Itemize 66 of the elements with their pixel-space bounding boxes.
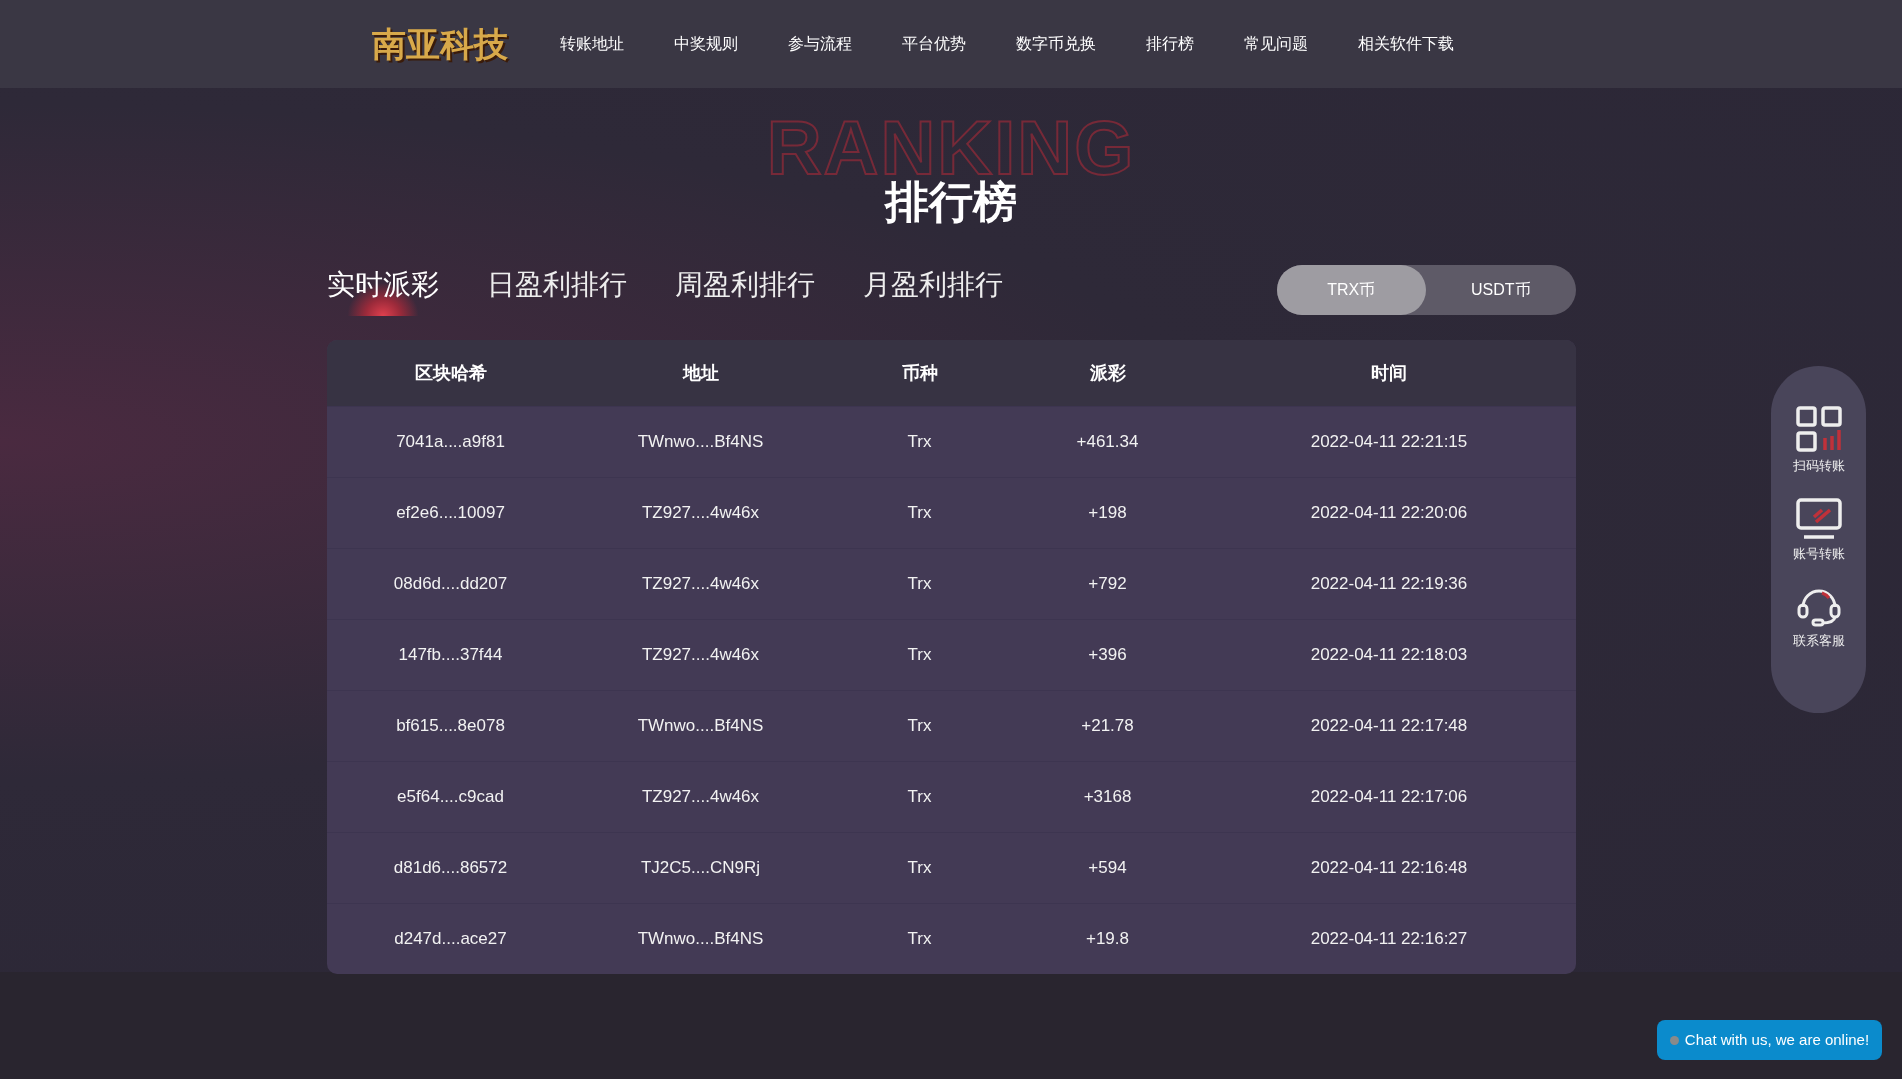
table-cell-text: 2022-04-11 22:19:36 (1309, 573, 1469, 596)
logo[interactable]: 南亚科技 (368, 22, 512, 66)
qr-code-icon (1795, 406, 1842, 452)
nav-link[interactable]: 中奖规则 (674, 32, 738, 56)
table-cell-text: 7041a....a9f81 (395, 431, 506, 454)
tab[interactable]: 周盈利排行 (674, 264, 815, 316)
table-cell-text: +594 (1087, 857, 1128, 880)
side-menu-label[interactable]: 账号转账 (1792, 543, 1845, 563)
page-title: 排行榜 (885, 180, 1017, 224)
table-cell-text: TWnwo....Bf4NS (636, 715, 765, 738)
table-cell-text: 08d6d....dd207 (392, 573, 509, 596)
table-cell-text: TZ927....4w46x (640, 502, 761, 525)
table-cell-text: TWnwo....Bf4NS (636, 431, 765, 454)
currency-option[interactable]: USDT币 (1426, 265, 1576, 315)
table-cell-text: TZ927....4w46x (640, 573, 761, 596)
table-cell-text: d81d6....86572 (392, 857, 509, 880)
table-cell-text: Trx (906, 857, 933, 880)
table-cell-text: 2022-04-11 22:16:48 (1309, 857, 1469, 880)
table-cell-text: TZ927....4w46x (640, 786, 761, 809)
column-header: 派彩 (1088, 361, 1127, 385)
table-cell-text: 2022-04-11 22:16:27 (1309, 928, 1469, 951)
table-cell-text: TJ2C5....CN9Rj (640, 857, 761, 880)
table-cell-text: 2022-04-11 22:18:03 (1309, 644, 1469, 667)
background-word: RANKING (766, 118, 1136, 178)
table-cell-text: 2022-04-11 22:17:48 (1309, 715, 1469, 738)
table-cell-text: 147fb....37f44 (397, 644, 504, 667)
table-cell-text: +461.34 (1075, 431, 1140, 454)
table-cell-text: Trx (906, 431, 933, 454)
table-cell-text: 2022-04-11 22:21:15 (1309, 431, 1469, 454)
table-cell-text: Trx (906, 573, 933, 596)
table-cell-text: Trx (906, 928, 933, 951)
column-header: 地址 (681, 361, 720, 385)
nav-link[interactable]: 平台优势 (902, 32, 966, 56)
column-header: 区块哈希 (413, 361, 488, 385)
table-cell-text: Trx (906, 786, 933, 809)
table-cell-text: TZ927....4w46x (640, 644, 761, 667)
table-cell-text: ef2e6....10097 (395, 502, 506, 525)
table-cell-text: 2022-04-11 22:17:06 (1309, 786, 1469, 809)
table-cell-text: bf615....8e078 (395, 715, 506, 738)
table-cell-text: +792 (1087, 573, 1128, 596)
table-cell-text: +198 (1087, 502, 1128, 525)
column-header: 时间 (1370, 361, 1408, 385)
chat-button[interactable]: Chat with us, we are online! (1657, 1020, 1882, 1060)
table-cell-text: +396 (1087, 644, 1128, 667)
table-cell-text: d247d....ace27 (393, 928, 508, 951)
nav-link[interactable]: 参与流程 (788, 32, 852, 56)
nav-link[interactable]: 转账地址 (560, 32, 624, 56)
table-cell-text: +21.78 (1080, 715, 1135, 738)
nav-link[interactable]: 排行榜 (1146, 32, 1194, 56)
nav-link[interactable]: 常见问题 (1244, 32, 1308, 56)
table-cell-text: Trx (906, 644, 933, 667)
tab[interactable]: 日盈利排行 (486, 264, 627, 316)
column-header: 币种 (900, 361, 939, 385)
table-cell-text: TWnwo....Bf4NS (636, 928, 765, 951)
table-cell-text: e5f64....c9cad (396, 786, 505, 809)
table-cell-text: Trx (906, 715, 933, 738)
table-cell-text: +19.8 (1085, 928, 1130, 951)
monitor-icon (1795, 497, 1842, 540)
table-cell-text: +3168 (1082, 786, 1133, 809)
tab[interactable]: 月盈利排行 (862, 264, 1003, 316)
nav-link[interactable]: 数字币兑换 (1016, 32, 1096, 56)
side-menu-label[interactable]: 扫码转账 (1792, 456, 1845, 476)
nav-link[interactable]: 相关软件下载 (1358, 32, 1454, 56)
table-cell-text: 2022-04-11 22:20:06 (1309, 502, 1469, 525)
table-cell-text: Trx (906, 502, 933, 525)
side-menu-label[interactable]: 联系客服 (1792, 631, 1845, 651)
